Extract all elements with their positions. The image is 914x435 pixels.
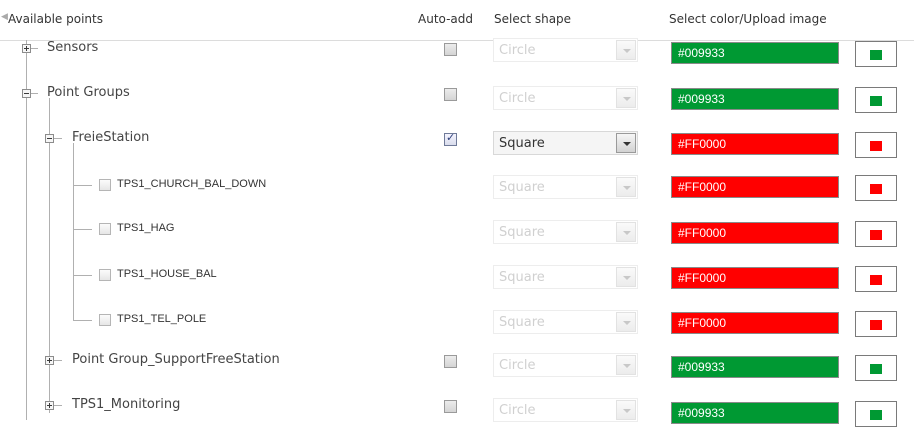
expand-plus-icon[interactable] xyxy=(22,44,31,53)
dropdown-arrow-icon[interactable] xyxy=(616,312,636,332)
color-picker-button[interactable] xyxy=(855,87,897,113)
tree-node-label[interactable]: TPS1_Monitoring xyxy=(72,397,180,412)
shape-select[interactable]: Circle xyxy=(493,86,638,110)
color-field[interactable]: #FF0000 xyxy=(671,176,839,198)
point-checkbox[interactable] xyxy=(99,269,111,281)
shape-select-value: Square xyxy=(499,225,545,240)
color-swatch-icon xyxy=(870,184,882,194)
header-select-shape: Select shape xyxy=(494,12,572,26)
auto-add-checkbox[interactable] xyxy=(444,43,457,56)
tree-node-label[interactable]: Sensors xyxy=(47,40,98,55)
tree-line-leaf-4 xyxy=(73,320,92,321)
shape-select[interactable]: Circle xyxy=(493,38,638,62)
dropdown-arrow-icon[interactable] xyxy=(616,267,636,287)
shape-select[interactable]: Circle xyxy=(493,398,638,422)
dropdown-arrow-icon[interactable] xyxy=(616,133,636,153)
point-label[interactable]: TPS1_TEL_POLE xyxy=(117,313,206,325)
color-picker-button[interactable] xyxy=(855,221,897,247)
shape-select-value: Circle xyxy=(499,358,536,373)
color-field[interactable]: #FF0000 xyxy=(671,312,839,334)
color-picker-button[interactable] xyxy=(855,132,897,158)
point-checkbox[interactable] xyxy=(99,314,111,326)
shape-select-value: Square xyxy=(499,270,545,285)
color-swatch-icon xyxy=(870,50,882,60)
point-label[interactable]: TPS1_HAG xyxy=(117,222,174,234)
point-checkbox[interactable] xyxy=(99,179,111,191)
color-field[interactable]: #009933 xyxy=(671,402,839,424)
color-field[interactable]: #FF0000 xyxy=(671,222,839,244)
shape-select[interactable]: Square xyxy=(493,220,638,244)
color-field[interactable]: #FF0000 xyxy=(671,133,839,155)
shape-select-value: Circle xyxy=(499,43,536,58)
header-available-points: Available points xyxy=(8,12,103,26)
color-field[interactable]: #009933 xyxy=(671,356,839,378)
collapse-arrow-icon[interactable]: ◀ xyxy=(1,12,8,22)
auto-add-checkbox[interactable]: ✓ xyxy=(444,131,457,146)
color-swatch-icon xyxy=(870,96,882,106)
auto-add-checkbox[interactable] xyxy=(444,88,457,101)
color-field[interactable]: #009933 xyxy=(671,88,839,110)
tree-line-leaf-1 xyxy=(73,185,92,186)
color-picker-button[interactable] xyxy=(855,175,897,201)
point-checkbox[interactable] xyxy=(99,223,111,235)
shape-select[interactable]: Square xyxy=(493,131,638,155)
tree-line-point-groups-children xyxy=(49,98,50,413)
dropdown-arrow-icon[interactable] xyxy=(616,88,636,108)
expand-plus-icon[interactable] xyxy=(45,356,54,365)
color-picker-button[interactable] xyxy=(855,41,897,67)
dropdown-arrow-icon[interactable] xyxy=(616,177,636,197)
color-picker-button[interactable] xyxy=(855,266,897,292)
color-picker-button[interactable] xyxy=(855,401,897,427)
shape-select-value: Square xyxy=(499,136,545,151)
header-auto-add: Auto-add xyxy=(418,12,474,26)
expand-plus-icon[interactable] xyxy=(45,401,54,410)
point-label[interactable]: TPS1_HOUSE_BAL xyxy=(117,268,217,280)
header-select-color: Select color/Upload image xyxy=(669,12,827,26)
dropdown-arrow-icon[interactable] xyxy=(616,222,636,242)
shape-select-value: Square xyxy=(499,315,545,330)
shape-select-value: Square xyxy=(499,180,545,195)
shape-select[interactable]: Square xyxy=(493,265,638,289)
tree-node-label[interactable]: Point Group_SupportFreeStation xyxy=(72,352,280,367)
tree-line-freiestation-children xyxy=(73,143,74,320)
point-label[interactable]: TPS1_CHURCH_BAL_DOWN xyxy=(117,178,266,190)
shape-select-value: Circle xyxy=(499,91,536,106)
checkmark-icon: ✓ xyxy=(446,131,456,144)
dropdown-arrow-icon[interactable] xyxy=(616,40,636,60)
color-swatch-icon xyxy=(870,141,882,151)
color-field[interactable]: #009933 xyxy=(671,42,839,64)
shape-select[interactable]: Square xyxy=(493,310,638,334)
color-swatch-icon xyxy=(870,275,882,285)
tree-line-leaf-3 xyxy=(73,275,92,276)
dropdown-arrow-icon[interactable] xyxy=(616,400,636,420)
grid-header: ◀ Available points Auto-add Select shape… xyxy=(0,0,914,41)
shape-select[interactable]: Square xyxy=(493,175,638,199)
collapse-minus-icon[interactable] xyxy=(45,134,54,143)
color-swatch-icon xyxy=(870,364,882,374)
color-swatch-icon xyxy=(870,230,882,240)
auto-add-checkbox[interactable] xyxy=(444,400,457,413)
color-picker-button[interactable] xyxy=(855,355,897,381)
color-picker-button[interactable] xyxy=(855,311,897,337)
shape-select-value: Circle xyxy=(499,403,536,418)
color-swatch-icon xyxy=(870,410,882,420)
color-field[interactable]: #FF0000 xyxy=(671,267,839,289)
auto-add-checkbox[interactable] xyxy=(444,355,457,368)
tree-line-leaf-2 xyxy=(73,229,92,230)
dropdown-arrow-icon[interactable] xyxy=(616,355,636,375)
tree-node-label[interactable]: FreieStation xyxy=(72,130,149,145)
color-swatch-icon xyxy=(870,320,882,330)
collapse-minus-icon[interactable] xyxy=(22,89,31,98)
tree-node-label[interactable]: Point Groups xyxy=(47,85,130,100)
shape-select[interactable]: Circle xyxy=(493,353,638,377)
